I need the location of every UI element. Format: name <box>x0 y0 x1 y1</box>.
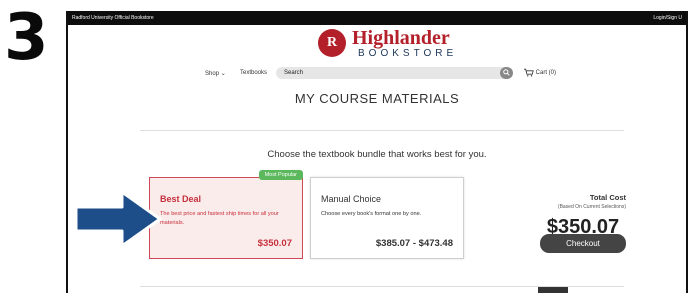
most-popular-badge: Most Popular <box>258 170 303 180</box>
best-deal-price: $350.07 <box>257 238 292 249</box>
store-name: Radford University Official Bookstore <box>72 15 154 21</box>
manual-choice-price: $385.07 - $473.48 <box>375 238 453 249</box>
search-input[interactable]: Search <box>276 67 512 79</box>
cart-link[interactable]: Cart (0) <box>524 68 556 77</box>
best-deal-card[interactable]: Most Popular Best Deal The best price an… <box>149 170 303 259</box>
cart-icon <box>524 68 534 77</box>
logo-badge: R <box>318 29 346 57</box>
manual-choice-card[interactable]: Manual Choice Choose every book's format… <box>310 177 464 259</box>
divider <box>140 130 624 131</box>
login-link[interactable]: Login/Sign U <box>653 11 682 25</box>
step-number: 3 <box>4 1 49 75</box>
best-deal-description: The best price and fastest ship times fo… <box>160 211 279 226</box>
page-title: MY COURSE MATERIALS <box>294 91 460 106</box>
search-icon <box>503 69 510 76</box>
main-nav: Shop ⌄ Textbooks Search Cart (0) <box>68 67 686 81</box>
total-cost-note: (Based On Current Selections) <box>557 204 626 210</box>
browser-screenshot: Radford University Official Bookstore Lo… <box>66 11 688 293</box>
logo-brand: Highlander <box>352 27 450 49</box>
cart-label: Cart (0) <box>535 70 557 77</box>
bundle-prompt: Choose the textbook bundle that works be… <box>267 149 487 160</box>
logo-subtitle: BOOKSTORE <box>358 48 458 59</box>
manual-choice-title: Manual Choice <box>321 194 382 204</box>
manual-choice-description: Choose every book's format one by one. <box>321 211 422 217</box>
total-cost-panel: Total Cost (Based On Current Selections)… <box>522 193 626 239</box>
chevron-down-icon: ⌄ <box>220 71 226 77</box>
textbooks-link[interactable]: Textbooks <box>240 70 267 76</box>
checkout-button[interactable]: Checkout <box>540 234 626 253</box>
search-button[interactable] <box>500 67 513 79</box>
arrow-right-icon <box>74 190 162 248</box>
best-deal-title: Best Deal <box>160 194 202 204</box>
bottom-bar-element <box>538 287 568 293</box>
store-logo[interactable]: R Highlander BOOKSTORE <box>318 27 458 63</box>
shop-label: Shop <box>205 71 220 77</box>
shop-menu[interactable]: Shop ⌄ <box>205 70 226 77</box>
logo-badge-letter: R <box>326 35 338 50</box>
top-bar: Radford University Official Bookstore Lo… <box>68 11 686 25</box>
total-cost-label: Total Cost <box>589 193 626 202</box>
